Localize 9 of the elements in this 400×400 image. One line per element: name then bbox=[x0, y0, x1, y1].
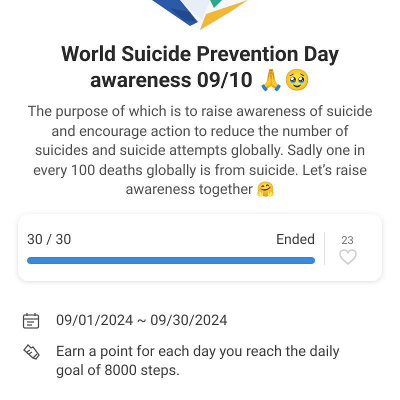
progress-count: 30 / 30 bbox=[27, 232, 72, 248]
heart-icon[interactable] bbox=[338, 248, 356, 264]
challenge-description: The purpose of which is to raise awareness of suicide and encourage action to reduce the number of suicides and suicide attempts globally. Sadly one in every 100 deaths globally is from suicide. Let’s raise awareness together 🤗 bbox=[26, 102, 374, 200]
calendar-icon bbox=[22, 312, 40, 330]
detail-text: 09/01/2024 ~ 09/30/2024 bbox=[56, 310, 228, 330]
like-count: 23 bbox=[341, 234, 354, 246]
detail-text: Earn a point for each day you reach the daily goal of 8000 steps. bbox=[56, 342, 341, 380]
challenge-title: World Suicide Prevention Day awareness 09/10 🙏🥹 bbox=[60, 42, 340, 94]
status-label: Ended bbox=[276, 232, 315, 248]
